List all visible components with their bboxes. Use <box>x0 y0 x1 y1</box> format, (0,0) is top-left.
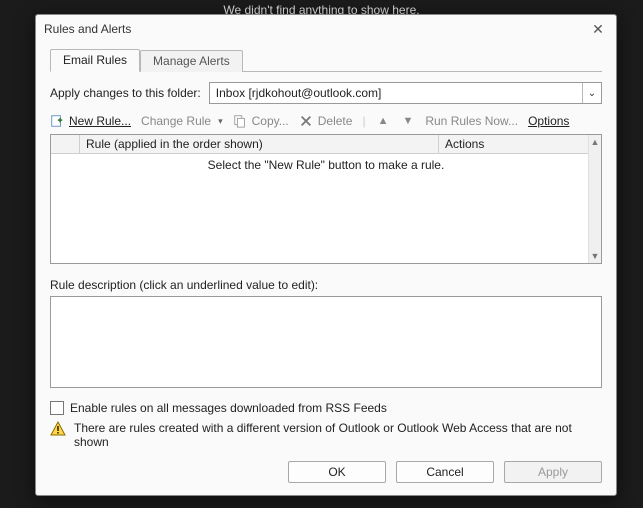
copy-button: Copy... <box>233 114 289 128</box>
email-rules-panel: Apply changes to this folder: Inbox [rjd… <box>50 82 602 388</box>
col-rule[interactable]: Rule (applied in the order shown) <box>80 135 439 153</box>
rules-table-header: Rule (applied in the order shown) Action… <box>51 135 601 154</box>
rules-toolbar: New Rule... Change Rule ▾ Copy... Delete… <box>50 114 602 128</box>
col-actions[interactable]: Actions <box>439 135 601 153</box>
new-rule-button[interactable]: New Rule... <box>50 114 131 128</box>
rules-and-alerts-dialog: Rules and Alerts ✕ Email Rules Manage Al… <box>35 14 617 496</box>
rss-rules-checkbox[interactable] <box>50 401 64 415</box>
warning-text: There are rules created with a different… <box>74 421 594 449</box>
change-rule-label: Change Rule <box>141 114 211 128</box>
rules-empty-message: Select the "New Rule" button to make a r… <box>208 158 445 263</box>
rule-description-label: Rule description (click an underlined va… <box>50 278 602 292</box>
folder-label: Apply changes to this folder: <box>50 86 201 100</box>
scroll-down-icon: ▼ <box>589 249 601 263</box>
dialog-title: Rules and Alerts <box>44 22 588 36</box>
warning-icon <box>50 421 66 440</box>
rss-rules-checkbox-label: Enable rules on all messages downloaded … <box>70 401 387 415</box>
options-button[interactable]: Options <box>528 114 569 128</box>
arrow-up-icon: ▲ <box>378 115 389 127</box>
folder-select-value: Inbox [rjdkohout@outlook.com] <box>210 86 582 100</box>
chevron-down-icon: ⌄ <box>588 88 596 99</box>
tab-email-rules[interactable]: Email Rules <box>50 49 140 72</box>
ok-button[interactable]: OK <box>288 461 386 483</box>
move-down-button: ▼ <box>400 115 415 127</box>
rules-table-body: Select the "New Rule" button to make a r… <box>51 154 601 263</box>
run-rules-now-label: Run Rules Now... <box>425 114 518 128</box>
new-rule-label: New Rule... <box>69 114 131 128</box>
tab-manage-alerts[interactable]: Manage Alerts <box>140 50 243 72</box>
tab-label: Email Rules <box>63 53 127 67</box>
chevron-down-icon: ▾ <box>218 116 223 127</box>
titlebar: Rules and Alerts ✕ <box>36 15 616 43</box>
delete-label: Delete <box>318 114 353 128</box>
folder-select-dropdown-button[interactable]: ⌄ <box>582 83 601 103</box>
rule-description-box[interactable] <box>50 296 602 388</box>
move-up-button: ▲ <box>376 115 391 127</box>
delete-icon <box>299 114 313 128</box>
dialog-footer: Enable rules on all messages downloaded … <box>50 395 602 483</box>
delete-button: Delete <box>299 114 353 128</box>
arrow-down-icon: ▼ <box>402 115 413 127</box>
rules-table: Rule (applied in the order shown) Action… <box>50 134 602 264</box>
tab-label: Manage Alerts <box>153 54 230 68</box>
change-rule-button: Change Rule ▾ <box>141 114 223 128</box>
apply-button: Apply <box>504 461 602 483</box>
copy-icon <box>233 114 247 128</box>
folder-select[interactable]: Inbox [rjdkohout@outlook.com] ⌄ <box>209 82 602 104</box>
close-icon: ✕ <box>592 21 604 38</box>
cancel-button[interactable]: Cancel <box>396 461 494 483</box>
tab-strip: Email Rules Manage Alerts <box>50 47 602 72</box>
run-rules-now-button: Run Rules Now... <box>425 114 518 128</box>
rules-table-scrollbar[interactable]: ▲ ▼ <box>588 135 601 263</box>
new-rule-icon <box>50 114 64 128</box>
close-button[interactable]: ✕ <box>588 19 608 39</box>
options-label: Options <box>528 114 569 128</box>
copy-label: Copy... <box>252 114 289 128</box>
scroll-up-icon: ▲ <box>589 135 601 149</box>
col-checkbox[interactable] <box>51 135 80 153</box>
